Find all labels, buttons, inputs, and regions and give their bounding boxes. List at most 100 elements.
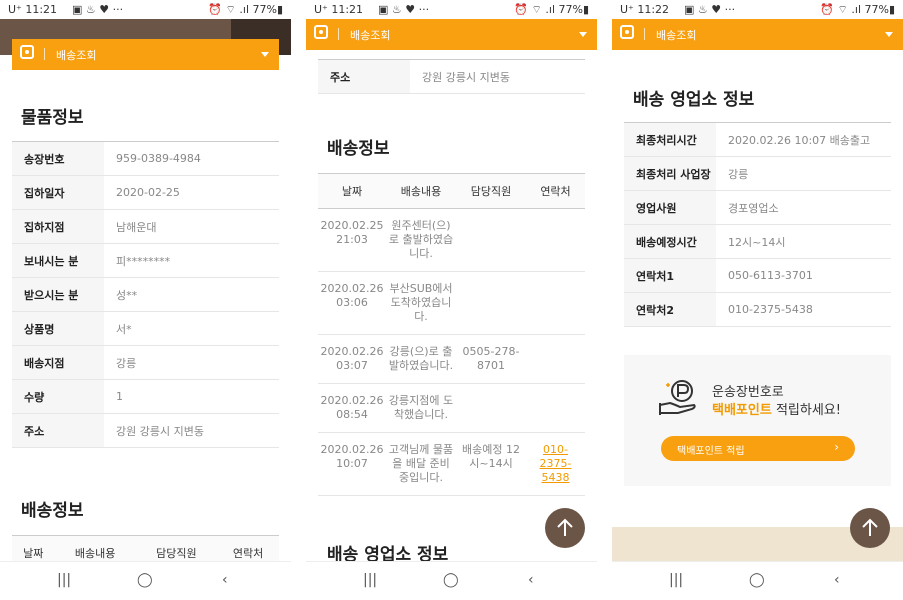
row-value: 강원 강릉시 지변동 [104,413,279,448]
chevron-down-icon[interactable] [579,32,587,37]
cell-staff: 0505-278-8701 [456,334,526,384]
recent-apps-button[interactable]: ||| [363,572,377,588]
status-battery: ⏰ ⌔ .ıl 77%▮ [208,3,283,16]
table-row: 영업사원 경포영업소 [624,190,891,225]
cell-content: 부산SUB에서 도착하였습니다. [386,271,456,335]
row-value: 12시~14시 [716,224,891,259]
header-divider [338,28,339,40]
table-row: 연락처2 010-2375-5438 [624,292,891,327]
home-logo-icon[interactable] [620,25,634,39]
row-key: 집하지점 [12,209,104,244]
arrow-up-icon [557,518,573,536]
table-row: 수량 1 [12,379,279,414]
home-logo-icon[interactable] [314,25,328,39]
row-value: 강릉 [716,156,891,191]
recent-apps-button[interactable]: ||| [669,572,683,588]
row-key: 상품명 [12,311,104,346]
cell-content: 원주센터(으)로 출발하였습니다. [386,208,456,272]
row-value: 959-0389-4984 [104,141,279,176]
row-value: 2020.02.26 10:07 배송출고 [716,122,891,157]
system-nav-bar: ||| ◯ ‹ [0,561,291,600]
table-row: 2020.02.26 10:07 고객님께 물품을 배달 준비중입니다. 배송예정 … [318,432,585,496]
row-key: 연락처2 [624,292,716,327]
home-logo-icon[interactable] [20,45,34,59]
row-value: 2020-02-25 [104,175,279,210]
scroll-top-button[interactable] [545,508,585,548]
col-staff: 담당직원 [456,173,526,209]
delivery-table: 날짜 배송내용 담당직원 연락처 2020.02.25 21:03 원주센터(으)… [318,173,585,496]
point-line-rest: 적립하세요! [771,403,841,418]
header-divider [44,48,45,60]
status-bar: U⁺ 11:21 ▣ ♨ ♥ ··· ⏰ ⌔ .ıl 77%▮ [306,0,597,19]
cell-date: 2020.02.26 03:06 [318,271,386,335]
cell-contact [526,271,585,335]
cell-staff [456,383,526,433]
point-button-label: 택배포인트 적립 [677,446,745,457]
row-key: 주소 [12,413,104,448]
cell-content: 강릉(으)로 출발하였습니다. [386,334,456,384]
table-row: 2020.02.25 21:03 원주센터(으)로 출발하였습니다. [318,208,585,272]
status-battery: ⏰ ⌔ .ıl 77%▮ [820,3,895,16]
table-row: 집하일자 2020-02-25 [12,175,279,210]
header-title: 배송조회 [350,29,391,42]
chevron-right-icon: › [834,440,839,454]
chevron-down-icon[interactable] [261,52,269,57]
table-row: 최종처리시간 2020.02.26 10:07 배송출고 [624,122,891,157]
home-button[interactable]: ◯ [443,572,459,588]
table-row: 송장번호 959-0389-4984 [12,141,279,176]
system-nav-bar: ||| ◯ ‹ [306,561,597,600]
row-value: 서* [104,311,279,346]
phone-link[interactable]: 010-2375-5438 [526,432,585,496]
cell-date: 2020.02.26 08:54 [318,383,386,433]
home-button[interactable]: ◯ [749,572,765,588]
cell-date: 2020.02.25 21:03 [318,208,386,272]
table-row: 2020.02.26 03:06 부산SUB에서 도착하였습니다. [318,271,585,335]
row-value: 050-6113-3701 [716,258,891,293]
table-row: 보내시는 분 피******** [12,243,279,278]
screen-2: U⁺ 11:21 ▣ ♨ ♥ ··· ⏰ ⌔ .ıl 77%▮ 배송조회 주소 … [306,0,597,600]
office-info-table: 최종처리시간 2020.02.26 10:07 배송출고 최종처리 사업장 강릉 영업사… [624,122,891,327]
delivery-info-title: 배송정보 [327,139,390,159]
screen-3: U⁺ 11:22 ▣ ♨ ♥ ··· ⏰ ⌔ .ıl 77%▮ 배송조회 배송 … [612,0,903,600]
status-time: U⁺ 11:22 [620,3,670,16]
status-bar: U⁺ 11:22 ▣ ♨ ♥ ··· ⏰ ⌔ .ıl 77%▮ [612,0,903,19]
tracking-header[interactable]: 배송조회 [612,19,903,50]
screen-1: U⁺ 11:21 ▣ ♨ ♥ ··· ⏰ ⌔ .ıl 77%▮ 배송조회 물품정… [0,0,291,600]
tracking-header[interactable]: 배송조회 [12,39,279,70]
row-key: 보내시는 분 [12,243,104,278]
cell-staff [456,271,526,335]
header-title: 배송조회 [56,49,97,62]
home-button[interactable]: ◯ [137,572,153,588]
item-info-title: 물품정보 [21,108,84,128]
back-button[interactable]: ‹ [222,572,228,588]
delivery-info-title: 배송정보 [21,501,84,521]
system-nav-bar: ||| ◯ ‹ [612,561,903,600]
tracking-header[interactable]: 배송조회 [306,19,597,50]
row-key: 받으시는 분 [12,277,104,312]
recent-apps-button[interactable]: ||| [57,572,71,588]
row-value: 남해운대 [104,209,279,244]
back-button[interactable]: ‹ [834,572,840,588]
status-time: U⁺ 11:21 [8,3,58,16]
cell-content: 강릉지점에 도착했습니다. [386,383,456,433]
table-row: 2020.02.26 03:07 강릉(으)로 출발하였습니다. 0505-278-… [318,334,585,384]
point-highlight: 택배포인트 [712,403,772,418]
cell-content: 고객님께 물품을 배달 준비중입니다. [386,432,456,496]
row-key: 배송지점 [12,345,104,380]
cell-date: 2020.02.26 03:07 [318,334,386,384]
item-info-table: 송장번호 959-0389-4984 집하일자 2020-02-25 집하지점 남해운대 보… [12,141,279,448]
row-value: 강릉 [104,345,279,380]
row-value: 성** [104,277,279,312]
scroll-top-button[interactable] [850,508,890,548]
row-key: 최종처리 사업장 [624,156,716,191]
cell-contact [526,383,585,433]
point-earn-button[interactable]: 택배포인트 적립 › [661,436,855,461]
row-value: 강원 강릉시 지변동 [410,59,585,94]
table-row: 2020.02.26 08:54 강릉지점에 도착했습니다. [318,383,585,433]
chevron-down-icon[interactable] [885,32,893,37]
row-key: 집하일자 [12,175,104,210]
cell-staff: 배송예정 12시~14시 [456,432,526,496]
row-key: 영업사원 [624,190,716,225]
back-button[interactable]: ‹ [528,572,534,588]
status-icons: ▣ ♨ ♥ ··· [684,3,736,16]
